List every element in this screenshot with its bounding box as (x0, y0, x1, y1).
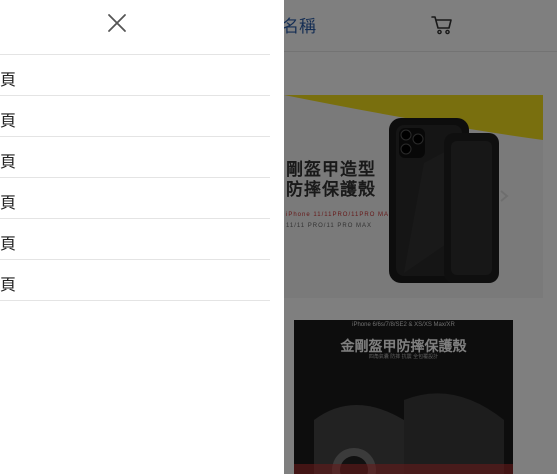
drawer-menu-item-home[interactable]: 首頁 (0, 178, 270, 219)
menu-item-label: 首頁 (0, 234, 17, 253)
menu-item-label: 首頁 (0, 275, 17, 294)
drawer-menu-item-home[interactable]: 首頁 (0, 55, 270, 96)
menu-item-label: 首頁 (0, 193, 17, 212)
menu-item-label: 首頁 (0, 111, 17, 130)
drawer-menu-item-home[interactable]: 首頁 (0, 137, 270, 178)
close-icon[interactable] (106, 12, 128, 34)
drawer-menu: 首頁 首頁 首頁 首頁 首頁 首頁 (0, 54, 270, 301)
menu-item-label: 首頁 (0, 152, 17, 171)
drawer-menu-item-home[interactable]: 首頁 (0, 260, 270, 301)
drawer-menu-item-home[interactable]: 首頁 (0, 219, 270, 260)
side-drawer: 首頁 首頁 首頁 首頁 首頁 首頁 (0, 0, 284, 474)
menu-item-label: 首頁 (0, 70, 17, 89)
drawer-menu-item-home[interactable]: 首頁 (0, 96, 270, 137)
